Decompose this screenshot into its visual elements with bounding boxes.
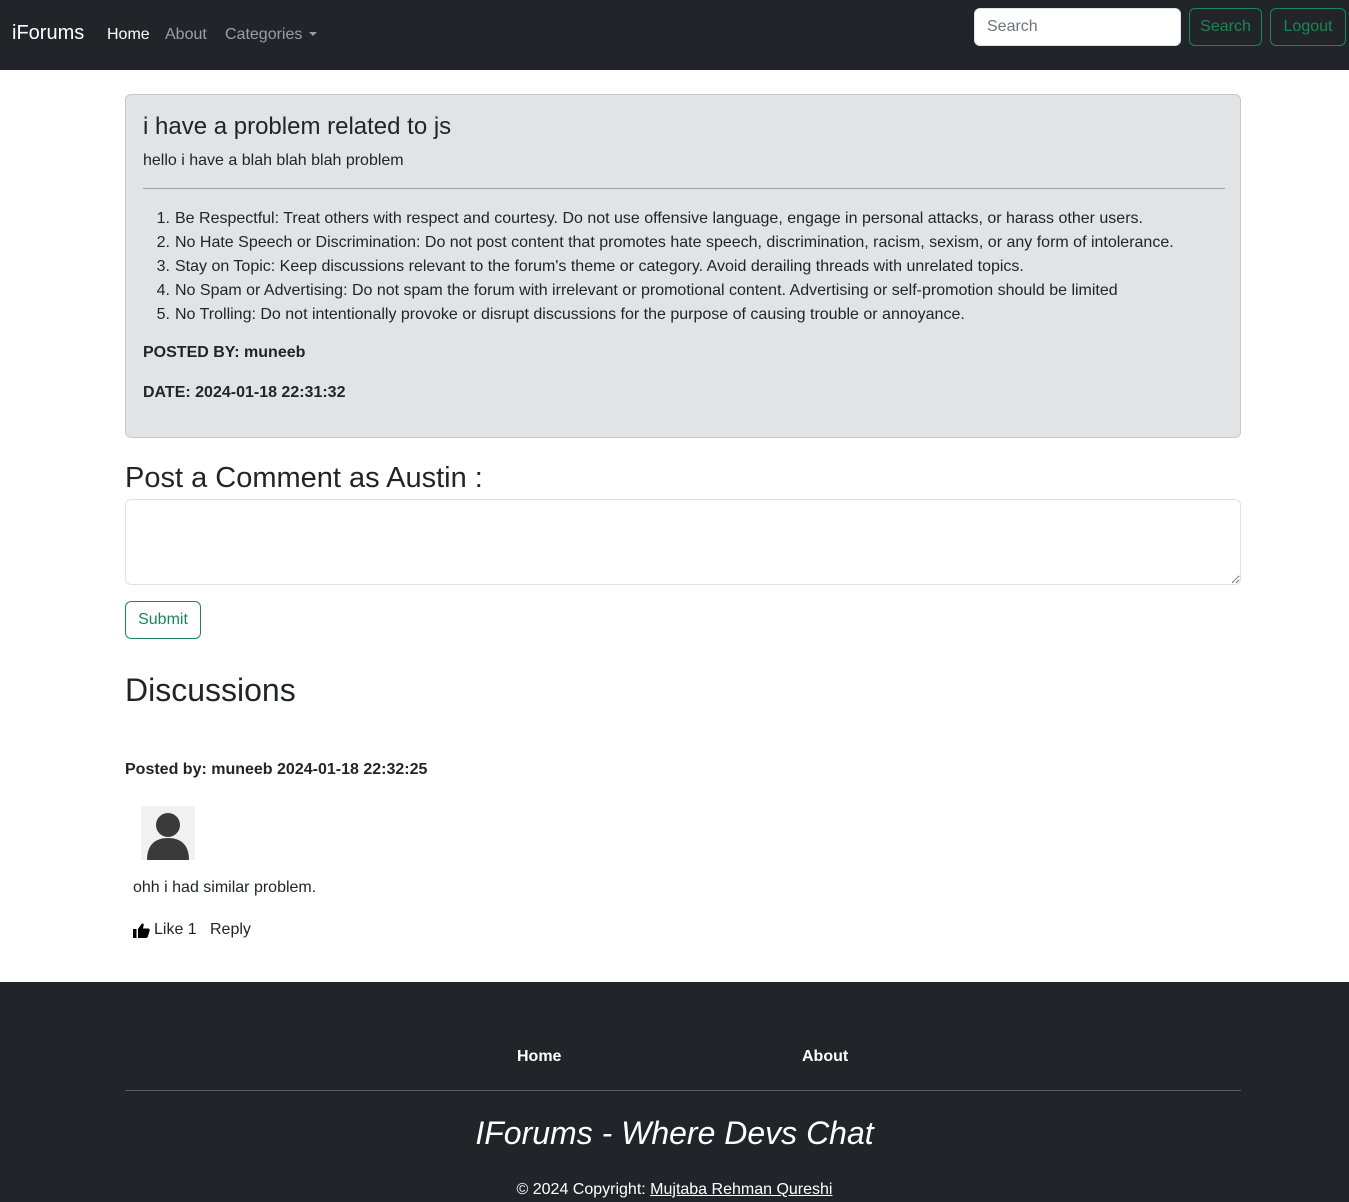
author-link[interactable]: Mujtaba Rehman Qureshi xyxy=(650,1181,832,1198)
logout-button[interactable]: Logout xyxy=(1270,8,1346,46)
reply-button[interactable]: Reply xyxy=(210,921,251,939)
rule-item: 4. No Spam or Advertising: Do not spam th… xyxy=(156,282,1118,299)
footer-tagline: IForums - Where Devs Chat xyxy=(475,1115,874,1151)
copyright-text: © 2024 Copyright: xyxy=(516,1181,651,1198)
top-navbar: iForums Home About Categories Search Log… xyxy=(0,0,1349,70)
thread-card: i have a problem related to js hello i h… xyxy=(125,94,1241,438)
comment-form-heading: Post a Comment as Austin : xyxy=(125,462,483,494)
nav-home-link[interactable]: Home xyxy=(107,26,150,44)
footer-divider xyxy=(125,1090,1241,1091)
page-footer: Home About IForums - Where Devs Chat © 2… xyxy=(0,982,1349,1202)
rule-item: 1. Be Respectful: Treat others with respe… xyxy=(156,210,1143,227)
comment-body: ohh i had similar problem. xyxy=(133,879,317,896)
nav-categories-dropdown[interactable]: Categories xyxy=(225,26,318,44)
rule-item: 5. No Trolling: Do not intentionally prov… xyxy=(156,306,965,323)
divider xyxy=(143,188,1225,189)
search-input[interactable] xyxy=(974,8,1181,46)
comment-meta: Posted by: muneeb 2024-01-18 22:32:25 xyxy=(125,761,428,778)
thread-description: hello i have a blah blah blah problem xyxy=(143,152,404,169)
thread-title: i have a problem related to js xyxy=(143,113,452,140)
thread-date: DATE: 2024-01-18 22:31:32 xyxy=(143,384,346,401)
thumbs-up-icon xyxy=(133,922,150,938)
footer-home-link[interactable]: Home xyxy=(517,1048,561,1066)
nav-categories-label: Categories xyxy=(225,26,303,43)
user-avatar-icon xyxy=(141,806,195,860)
nav-about-link[interactable]: About xyxy=(165,26,207,44)
like-button[interactable]: Like 1 xyxy=(133,921,197,939)
forum-rules-list: 1. Be Respectful: Treat others with respe… xyxy=(143,207,1225,327)
discussions-heading: Discussions xyxy=(125,672,296,708)
rule-item: 3. Stay on Topic: Keep discussions releva… xyxy=(156,258,1024,275)
rule-item: 2. No Hate Speech or Discrimination: Do n… xyxy=(156,234,1174,251)
submit-comment-button[interactable]: Submit xyxy=(125,601,201,639)
footer-about-link[interactable]: About xyxy=(802,1048,848,1066)
thread-author: POSTED BY: muneeb xyxy=(143,344,306,361)
brand-logo[interactable]: iForums xyxy=(12,22,84,45)
comment-textarea[interactable] xyxy=(125,499,1241,585)
footer-copyright: © 2024 Copyright: Mujtaba Rehman Qureshi xyxy=(0,1181,1349,1199)
chevron-down-icon xyxy=(309,32,318,36)
like-label: Like 1 xyxy=(154,921,197,938)
search-button[interactable]: Search xyxy=(1189,8,1262,46)
